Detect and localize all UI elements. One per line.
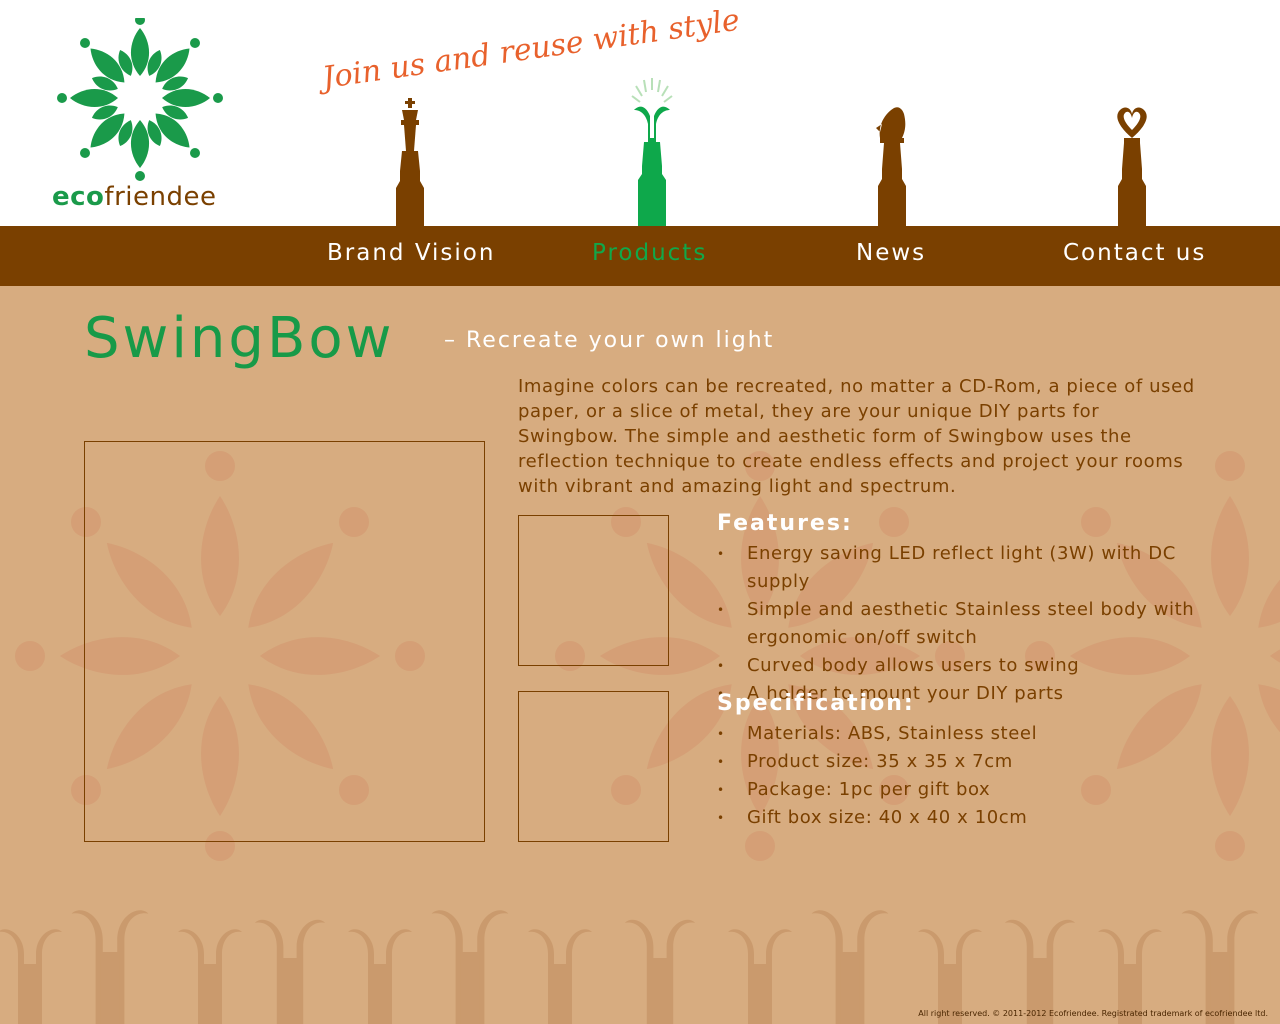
specification-heading: Specification: xyxy=(717,691,915,716)
bullet: • xyxy=(717,783,725,797)
spec-text: Materials: ABS, Stainless steel xyxy=(747,723,1038,744)
feature-text: Simple and aesthetic Stainless steel bod… xyxy=(747,599,1195,648)
list-item: • Curved body allows users to swing xyxy=(717,652,1207,680)
spec-text: Gift box size: 40 x 40 x 10cm xyxy=(747,807,1028,828)
tagline-text: Join us and reuse with style! xyxy=(318,10,738,97)
list-item: • Materials: ABS, Stainless steel xyxy=(717,720,1207,748)
brand-wordmark[interactable]: ecofriendee xyxy=(52,182,216,212)
spec-text: Product size: 35 x 35 x 7cm xyxy=(747,751,1013,772)
nav-products[interactable]: Products xyxy=(592,240,707,272)
bullet: • xyxy=(717,659,725,673)
list-item: • Energy saving LED reflect light (3W) wi… xyxy=(717,540,1207,596)
brand-wordmark-prefix: eco xyxy=(52,182,105,212)
features-heading: Features: xyxy=(717,511,853,536)
king-pillar-icon xyxy=(396,98,424,226)
bullet: • xyxy=(717,755,725,769)
list-item: • Product size: 35 x 35 x 7cm xyxy=(717,748,1207,776)
bullet: • xyxy=(717,603,725,617)
footer-copyright: All right reserved. © 2011-2012 Ecofrien… xyxy=(918,1009,1268,1018)
product-intro: Imagine colors can be recreated, no matt… xyxy=(518,376,1195,497)
product-subtitle: – Recreate your own light xyxy=(444,328,775,353)
product-content: SwingBow – Recreate your own light Imagi… xyxy=(0,286,1280,1024)
features-list: • Energy saving LED reflect light (3W) wi… xyxy=(717,540,1207,708)
spec-text: Package: 1pc per gift box xyxy=(747,779,991,800)
bullet: • xyxy=(717,811,725,825)
feature-text: Energy saving LED reflect light (3W) wit… xyxy=(747,543,1176,592)
product-title: SwingBow xyxy=(84,306,395,371)
main-product-image[interactable] xyxy=(84,441,485,842)
tagline: Join us and reuse with style! xyxy=(318,10,738,97)
bullet: • xyxy=(717,727,725,741)
list-item: • Simple and aesthetic Stainless steel bo… xyxy=(717,596,1207,652)
bullet: • xyxy=(717,547,725,561)
main-nav: Brand Vision Products News Contact us xyxy=(0,226,1280,286)
product-thumbnail-2[interactable] xyxy=(518,691,669,842)
nav-contact-us[interactable]: Contact us xyxy=(1063,240,1206,272)
nav-brand-vision[interactable]: Brand Vision xyxy=(327,240,495,272)
product-thumbnail-1[interactable] xyxy=(518,515,669,666)
feature-text: Curved body allows users to swing xyxy=(747,655,1080,676)
knight-pillar-icon xyxy=(876,107,906,226)
site-header: ecofriendee Join us and reuse with style… xyxy=(0,0,1280,226)
brand-wordmark-suffix: friendee xyxy=(104,182,217,212)
specification-list: • Materials: ABS, Stainless steel • Produc… xyxy=(717,720,1207,832)
list-item: • Gift box size: 40 x 40 x 10cm xyxy=(717,804,1207,832)
nav-news[interactable]: News xyxy=(856,240,926,272)
light-bulb-pillar-icon xyxy=(631,78,673,226)
list-item: • Package: 1pc per gift box xyxy=(717,776,1207,804)
heart-pillar-icon xyxy=(1117,107,1147,226)
